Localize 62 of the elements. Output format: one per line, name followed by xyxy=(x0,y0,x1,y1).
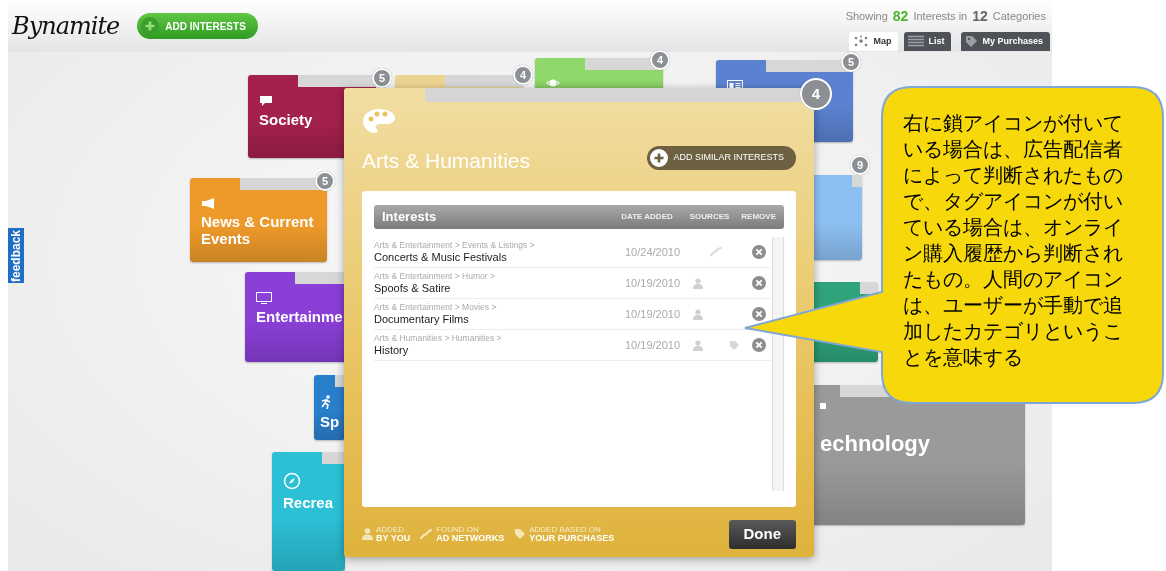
legend-label: BY YOU xyxy=(376,533,411,543)
legend-label: YOUR PURCHASES xyxy=(529,533,615,543)
tag-icon xyxy=(965,35,979,48)
scrollbar[interactable] xyxy=(772,237,784,491)
category-label: News & Current Events xyxy=(201,213,315,248)
plus-icon xyxy=(650,149,669,167)
category-path: Arts & Entertainment > Events & Listings > xyxy=(374,241,536,251)
planet-icon xyxy=(546,78,560,88)
runner-icon xyxy=(320,395,333,409)
view-tab[interactable]: Map xyxy=(849,32,899,51)
category-folder[interactable]: Sp xyxy=(314,375,345,440)
add-similar-button[interactable]: ADD SIMILAR INTERESTS xyxy=(647,146,796,170)
list-icon xyxy=(908,35,925,48)
interest-name: Documentary Films xyxy=(374,312,470,325)
summary-text: Categories xyxy=(992,8,1046,24)
view-tab[interactable]: List xyxy=(904,32,952,51)
legend-label: FOUND ON xyxy=(436,525,480,534)
person-icon xyxy=(362,528,373,541)
category-label: Entertainme xyxy=(256,308,344,326)
tag-icon xyxy=(514,528,527,541)
remove-icon[interactable] xyxy=(752,276,766,290)
category-path: Arts & Humanities > Humanities > xyxy=(374,334,503,344)
plus-icon xyxy=(141,17,160,35)
done-button[interactable]: Done xyxy=(728,520,796,549)
column-header: Interests xyxy=(382,208,438,227)
category-label: Recrea xyxy=(283,494,335,512)
logo: Bynamite xyxy=(12,11,120,42)
category-path: Arts & Entertainment > Movies > xyxy=(374,303,498,313)
interest-name: History xyxy=(374,343,410,356)
category-label: echnology xyxy=(820,431,931,457)
remove-icon[interactable] xyxy=(752,307,766,321)
date-cell-text: 10/24/2010 xyxy=(625,244,682,260)
summary-text: Showing xyxy=(845,8,888,24)
television-icon xyxy=(256,292,272,304)
category-path: Arts & Entertainment > Humor > xyxy=(374,272,496,282)
summary-text: Interests in xyxy=(913,8,968,24)
column-header: DATE ADDED xyxy=(621,211,673,223)
legend-label: AD NETWORKS xyxy=(436,533,505,543)
legend-label: ADDED xyxy=(376,525,405,534)
small-square-icon xyxy=(820,403,826,409)
scatter-icon xyxy=(853,35,870,48)
speech-bubble-icon xyxy=(259,95,273,107)
categories-count: 12 xyxy=(972,6,988,26)
legend-label: ADDED BASED ON xyxy=(529,525,602,534)
date-cell-text: 10/19/2010 xyxy=(625,337,682,353)
feedback-tab[interactable]: feedback xyxy=(8,228,24,283)
compass-icon xyxy=(283,472,301,490)
callout-text: 右に鎖アイコンが付いている場合は、広告配信者によって判断されたもので、タグアイコンが付いている場合は、オンライン購入履歴から判断されたもの。人間のアイコンは、ユーザーが手動で追加したカテゴリということを意味する xyxy=(903,111,1124,370)
column-header: REMOVE xyxy=(741,211,776,223)
remove-icon[interactable] xyxy=(752,245,766,259)
remove-icon[interactable] xyxy=(752,338,766,352)
megaphone-icon xyxy=(201,198,217,209)
interests-count: 82 xyxy=(892,6,909,26)
category-label: Society xyxy=(259,111,314,129)
palette-icon xyxy=(362,108,396,134)
date-cell-text: 10/19/2010 xyxy=(625,275,682,291)
date-cell-text: 10/19/2010 xyxy=(625,306,682,322)
chain-icon xyxy=(420,528,434,540)
interest-name: Concerts & Music Festivals xyxy=(374,250,508,263)
column-header: SOURCES xyxy=(689,211,730,223)
interest-name: Spoofs & Satire xyxy=(374,281,452,294)
view-tab[interactable]: My Purchases xyxy=(961,32,1050,51)
